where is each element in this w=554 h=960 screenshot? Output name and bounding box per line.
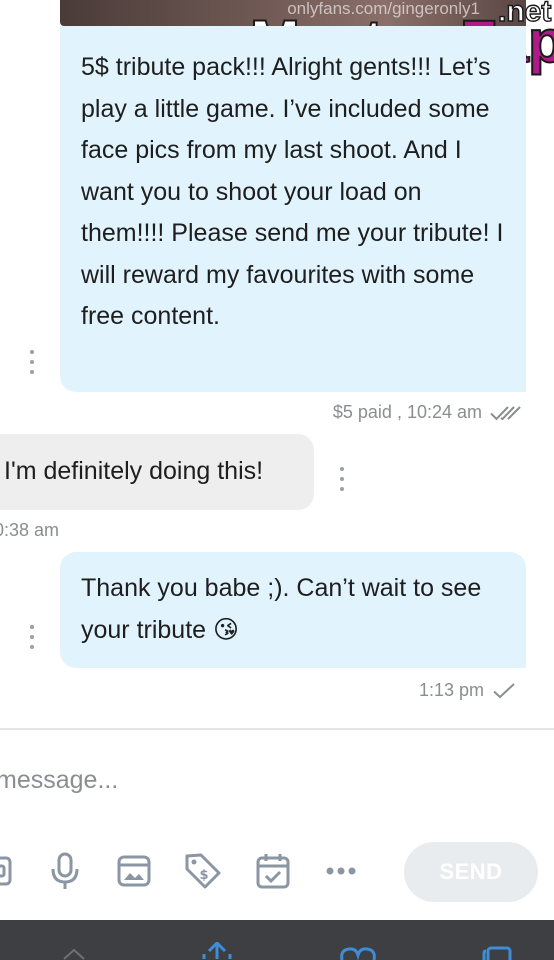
message-text: I'm definitely doing this! [4,457,264,485]
message-text: Thank you babe ;). Can’t wait to see you… [81,574,482,644]
send-button[interactable]: SEND [404,842,538,902]
svg-text:$: $ [199,868,208,883]
share-icon[interactable] [200,940,234,960]
message-price-time: $5 paid , 10:24 am [332,402,482,422]
check-icon [492,682,518,700]
calendar-icon[interactable] [254,852,292,890]
heart-icon[interactable] [338,946,378,960]
double-check-icon [490,404,522,422]
message-time: 0:38 am [0,520,60,540]
back-icon[interactable] [62,942,86,960]
message-meta: 1:13 pm [419,680,518,701]
message-input[interactable] [0,760,536,800]
message-options-icon[interactable] [29,350,35,374]
outgoing-message-bubble[interactable]: 5$ tribute pack!!! Alright gents!!! Let’… [60,26,526,392]
microphone-icon[interactable] [48,852,82,890]
message-options-icon[interactable] [29,625,35,649]
message-meta: 0:38 am [0,520,59,541]
incoming-message-bubble[interactable]: I'm definitely doing this! [0,434,314,510]
message-time: 1:13 pm [418,680,484,700]
more-icon[interactable] [322,852,360,890]
message-options-icon[interactable] [339,467,345,491]
message-meta: $5 paid , 10:24 am [333,402,522,423]
vault-icon[interactable] [0,852,14,890]
watermark-net: .net [497,0,552,28]
copy-icon[interactable] [482,946,512,960]
outgoing-message-bubble[interactable]: Thank you babe ;). Can’t wait to see you… [60,552,526,668]
price-tag-icon[interactable]: $ [184,852,222,890]
message-text: 5$ tribute pack!!! Alright gents!!! Let’… [81,53,504,330]
composer-divider [0,728,554,730]
media-icon[interactable] [116,852,152,890]
bottom-navigation-bar [0,920,554,960]
